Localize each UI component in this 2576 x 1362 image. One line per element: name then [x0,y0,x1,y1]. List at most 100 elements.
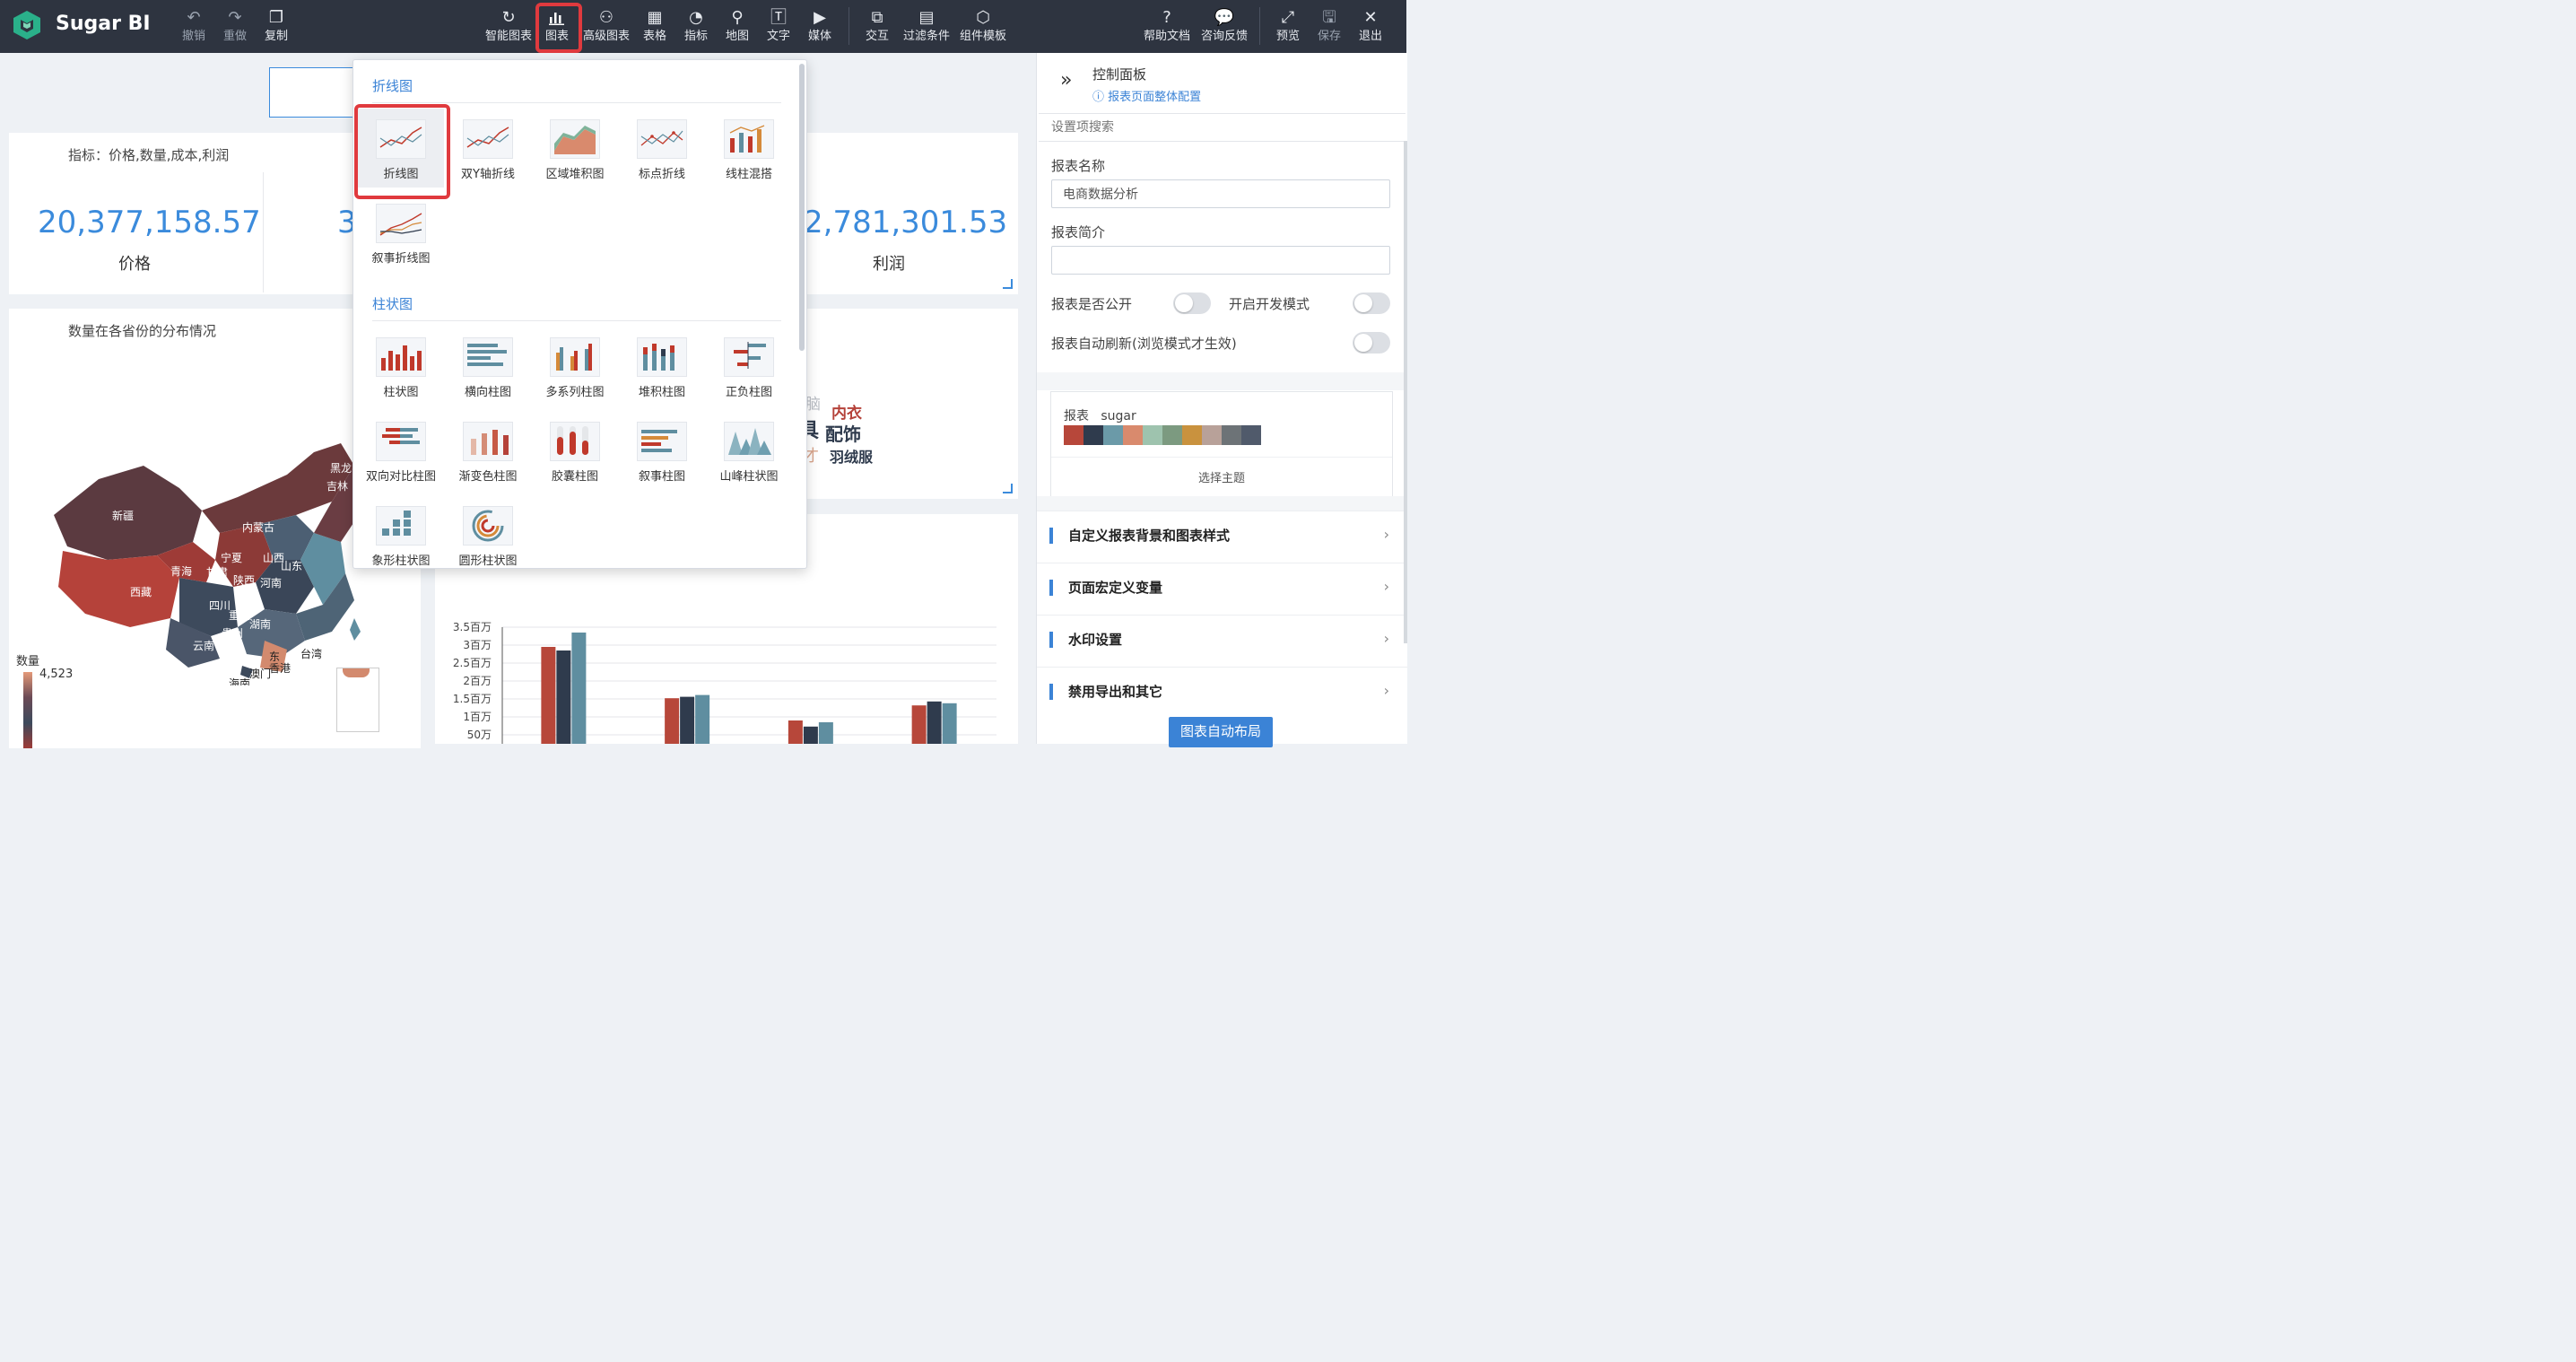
interaction-button[interactable]: ⧉ 交互 [863,7,892,48]
bar-中小企业[interactable] [803,726,818,744]
map-button[interactable]: ⚲ 地图 [723,7,752,48]
public-toggle[interactable] [1173,292,1211,314]
chart-type-narrative-line[interactable]: 叙事折线图 [358,193,444,272]
panel-title: 控制面板 [1092,66,1147,83]
resize-handle[interactable] [1003,279,1013,289]
settings-search-input[interactable] [1039,114,1394,141]
bar-个人[interactable] [541,647,556,744]
chart-type-bar[interactable]: 柱状图 [358,327,444,406]
theme-color-swatches[interactable] [1064,425,1261,445]
text-button[interactable]: 🅃 文字 [764,7,793,48]
chart-type-label: 圆形柱状图 [458,554,518,568]
smart-chart-icon: ↻ [501,8,516,27]
copy-button[interactable]: ❐ 复制 [260,7,292,48]
chart-type-capsule-bar[interactable]: 胶囊柱图 [532,411,618,490]
bar-中小企业[interactable] [680,696,695,744]
y-tick-label: 1百万 [463,711,492,723]
collapse-panel-icon[interactable]: » [1060,69,1072,92]
chart-type-gradient-bar[interactable]: 渐变色柱图 [445,411,531,490]
help-button[interactable]: ? 帮助文档 [1141,7,1193,48]
accordion-custom-style[interactable]: 自定义报表背景和图表样式 › [1037,511,1407,562]
chart-type-dual-y-line[interactable]: 双Y轴折线 [445,109,531,188]
advanced-chart-button[interactable]: ⚇ 高级图表 [581,7,631,48]
feedback-button[interactable]: 💬 咨询反馈 [1198,7,1250,48]
auto-refresh-toggle[interactable] [1353,332,1390,354]
accordion-disable-export[interactable]: 禁用导出和其它 › [1037,667,1407,718]
media-button[interactable]: ▶ 媒体 [805,7,834,48]
report-name-input[interactable]: 电商数据分析 [1051,179,1390,208]
chart-type-circular-bar[interactable]: 圆形柱状图 [445,495,531,568]
bar-个人[interactable] [788,720,803,744]
bar-大型企业[interactable] [942,703,957,744]
chart-type-label: 双向对比柱图 [365,470,436,484]
province-label: 黑龙 [330,462,352,475]
chart-type-narrative-bar[interactable]: 叙事柱图 [619,411,705,490]
chart-type-stacked-area[interactable]: 区域堆积图 [532,109,618,188]
accordion-watermark[interactable]: 水印设置 › [1037,615,1407,666]
chart-type-marker-line[interactable]: 标点折线 [619,109,705,188]
resize-handle[interactable] [1003,484,1013,493]
bar-大型企业[interactable] [818,722,833,744]
metric-button[interactable]: ◔ 指标 [682,7,710,48]
settings-search-field[interactable] [1039,113,1405,142]
word: 脑 [805,396,821,414]
smart-chart-button[interactable]: ↻ 智能图表 [483,7,535,48]
report-desc-input[interactable] [1051,246,1390,275]
chevron-right-icon: › [1383,682,1389,699]
map-legend-gradient[interactable] [23,672,32,748]
panel-scrollbar[interactable] [1404,141,1407,643]
chart-type-line-bar-combo[interactable]: 线柱混搭 [706,109,792,188]
table-icon: ▦ [647,8,663,27]
filter-button[interactable]: ▤ 过滤条件 [901,7,953,48]
chart-type-peak-bar[interactable]: 山峰柱状图 [706,411,792,490]
bar-大型企业[interactable] [695,694,710,744]
bar-个人[interactable] [665,698,680,744]
chart-type-label: 渐变色柱图 [458,470,518,484]
chart-type-horizontal-bar[interactable]: 横向柱图 [445,327,531,406]
accordion-marker [1049,684,1053,700]
copy-icon: ❐ [268,8,284,27]
table-button[interactable]: ▦ 表格 [640,7,669,48]
chart-type-two-way-bar[interactable]: 双向对比柱图 [358,411,444,490]
capsule-bar-thumbnail-icon [550,422,600,461]
chart-type-label: 胶囊柱图 [551,470,598,484]
choose-theme-button[interactable]: 选择主题 [1051,468,1392,485]
gauge-icon: ◔ [689,8,703,27]
two-way-bar-thumbnail-icon [376,422,426,461]
chart-type-dropdown: 折线图 折线图 双Y轴折线 区域堆积图 标点折线 线柱混搭 叙事折线图 柱状图 柱状图 横向… [352,59,807,569]
province-label: 陕西 [233,573,255,587]
preview-button[interactable]: ⤢ 预览 [1274,7,1302,48]
page-config-link[interactable]: ⓘ 报表页面整体配置 [1092,87,1201,104]
chart-type-pictorial-bar[interactable]: 象形柱状图 [358,495,444,568]
chart-type-multi-series-bar[interactable]: 多系列柱图 [532,327,618,406]
save-button[interactable]: 🖫 保存 [1315,7,1344,48]
china-map[interactable]: 新疆 西藏 青海 甘肃 四川 宁夏 陕西 内蒙古 山西 河南 山东 云南 贵州 … [45,425,386,685]
text-widget-selected[interactable] [269,67,361,118]
chart-type-stacked-bar[interactable]: 堆积柱图 [619,327,705,406]
close-icon: ✕ [1363,8,1378,27]
redo-button[interactable]: ↷ 重做 [219,7,251,48]
chart-type-pos-neg-bar[interactable]: 正负柱图 [706,327,792,406]
dropdown-scrollbar[interactable] [799,64,805,351]
province-label: 重庆 [229,609,250,622]
dev-mode-label: 开启开发模式 [1229,296,1310,312]
undo-button[interactable]: ↶ 撤销 [178,7,210,48]
auto-layout-button[interactable]: 图表自动布局 [1169,717,1273,747]
dev-mode-toggle[interactable] [1353,292,1390,314]
word: 羽绒服 [830,449,874,466]
province-label: 东 [269,650,280,663]
exit-button[interactable]: ✕ 退出 [1356,7,1385,48]
template-button[interactable]: ⬡ 组件模板 [958,7,1008,48]
bar-个人[interactable] [911,705,927,744]
horizontal-bar-thumbnail-icon [463,337,513,377]
app-brand: Sugar BI [56,13,151,35]
bar-中小企业[interactable] [556,650,571,744]
bar-大型企业[interactable] [571,633,587,744]
accordion-page-variables[interactable]: 页面宏定义变量 › [1037,563,1407,614]
bar-中小企业[interactable] [927,701,942,744]
floppy-icon: 🖫 [1322,8,1336,27]
kpi-label-profit: 利润 [873,255,905,274]
map-label: 地图 [725,30,749,43]
preview-label: 预览 [1275,30,1300,43]
chart-type-label: 柱状图 [383,386,419,399]
